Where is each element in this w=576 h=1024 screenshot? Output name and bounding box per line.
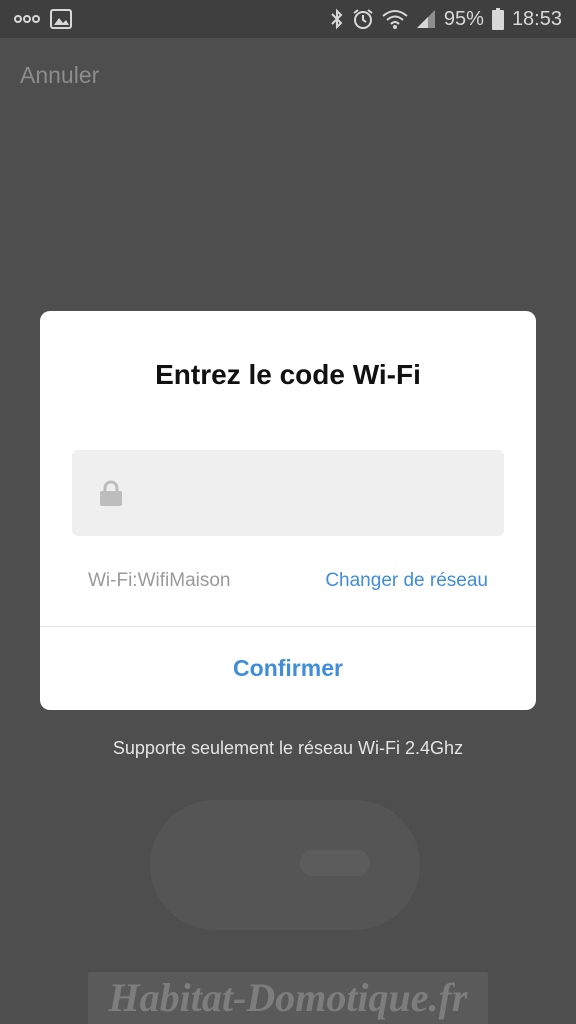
bluetooth-icon: [330, 8, 344, 30]
lock-icon: [98, 480, 124, 511]
support-note: Supporte seulement le réseau Wi-Fi 2.4Gh…: [112, 738, 464, 758]
image-icon: [50, 9, 72, 29]
confirm-button[interactable]: Confirmer: [40, 627, 536, 710]
alarm-icon: [352, 8, 374, 30]
dialog-title: Entrez le code Wi-Fi: [155, 359, 421, 390]
change-network-link[interactable]: Changer de réseau: [325, 570, 488, 592]
battery-icon: [491, 8, 504, 30]
watermark: Habitat-Domotique.fr: [88, 972, 488, 1024]
password-input[interactable]: [136, 470, 490, 518]
status-left: [14, 8, 72, 30]
background-illustration: [150, 800, 420, 930]
wifi-icon: [382, 9, 408, 29]
cancel-button[interactable]: Annuler: [20, 62, 99, 89]
wifi-network-label: Wi-Fi:WifiMaison: [88, 570, 231, 591]
status-right: 95% 18:53: [330, 6, 562, 32]
clock: 18:53: [511, 7, 562, 30]
status-bar: 95% 18:53: [0, 0, 576, 38]
link-icon: [14, 12, 40, 26]
wifi-password-dialog: Entrez le code Wi-Fi Wi-Fi:WifiMaison Ch…: [40, 311, 536, 710]
signal-icon: [416, 9, 436, 29]
password-field[interactable]: [72, 450, 504, 536]
background-illustration-detail: [300, 850, 370, 876]
battery-percent: 95%: [443, 7, 484, 30]
